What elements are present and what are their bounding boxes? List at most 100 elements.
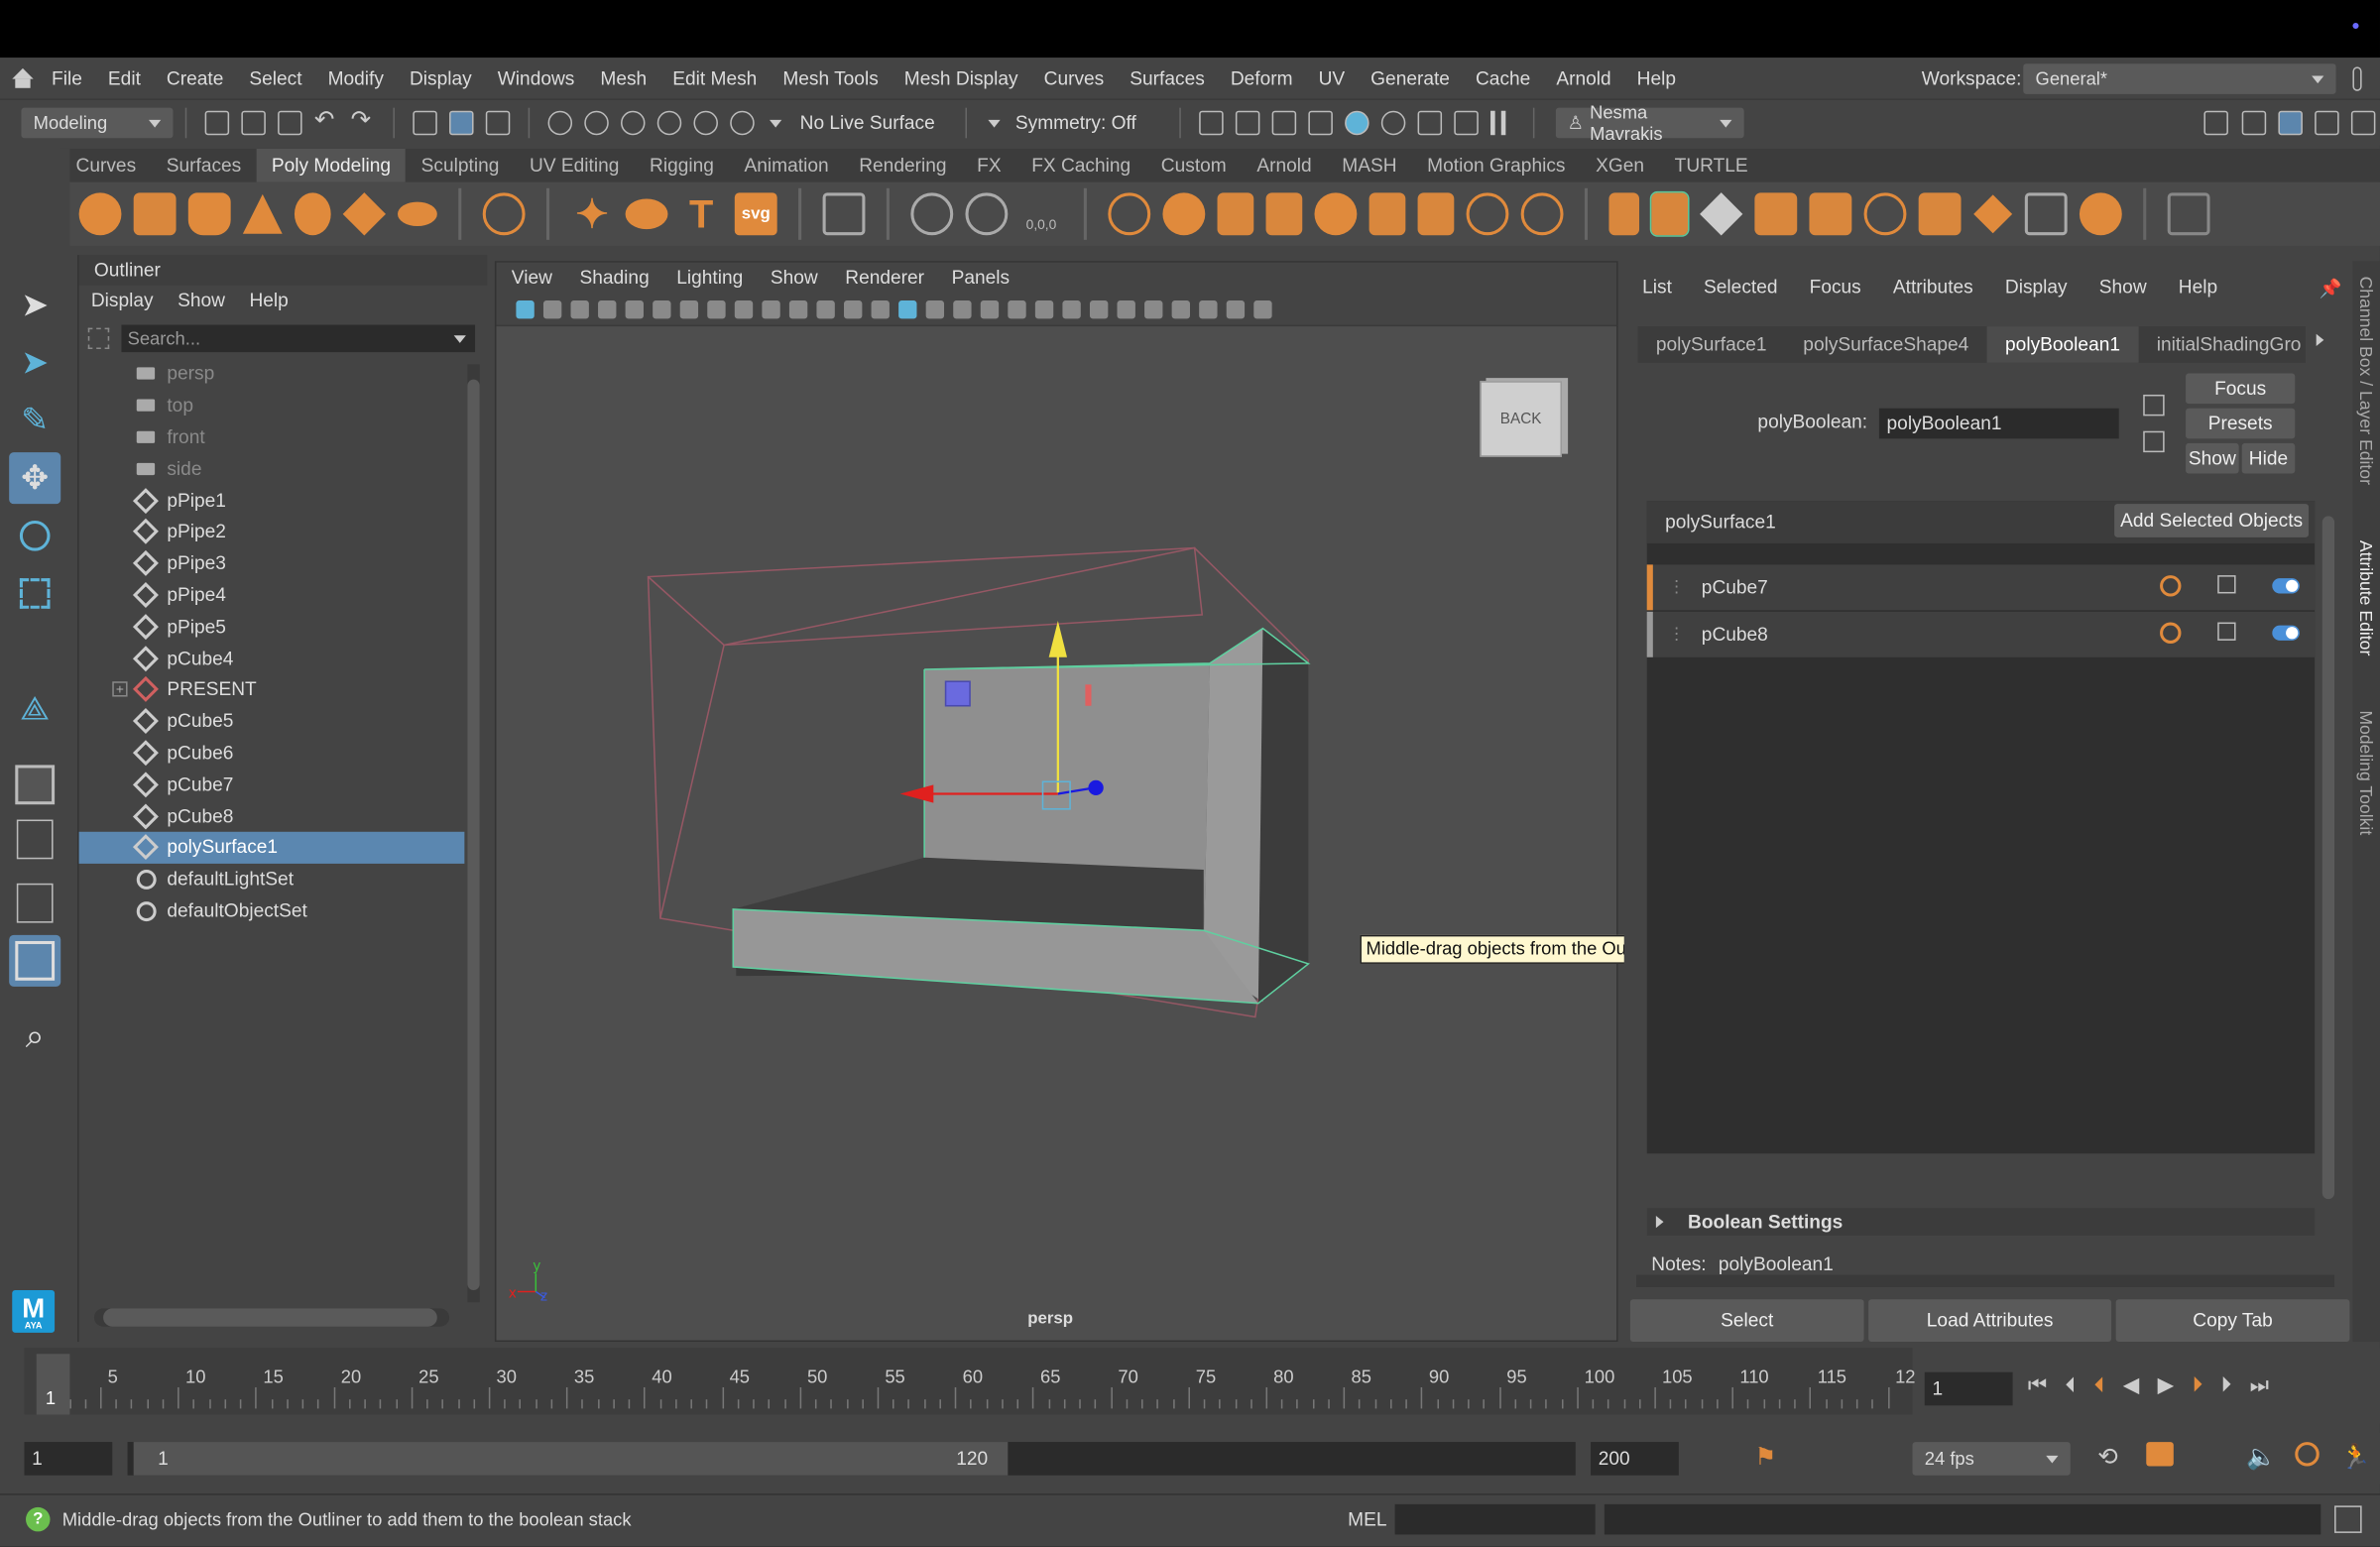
menu-uv[interactable]: UV (1319, 67, 1346, 88)
remesh-icon[interactable] (1466, 192, 1509, 236)
motion-blur-icon[interactable] (1089, 299, 1109, 318)
wireframe-on-shaded-icon[interactable] (953, 299, 972, 318)
boolean-settings-section[interactable]: Boolean Settings (1646, 1208, 2316, 1236)
shelf-tab-poly-modeling[interactable]: Poly Modeling (256, 148, 407, 182)
add-selected-objects-button[interactable]: Add Selected Objects (2114, 504, 2310, 537)
operation-icon[interactable] (2160, 622, 2182, 644)
symmetry-label[interactable]: Symmetry: Off (1015, 112, 1136, 133)
menu-edit-mesh[interactable]: Edit Mesh (672, 67, 757, 88)
ipr-render-icon[interactable] (1270, 110, 1296, 136)
menu-edit[interactable]: Edit (108, 67, 141, 88)
drag-handle-icon[interactable]: ⋮ (1668, 624, 1685, 644)
save-scene-icon[interactable] (278, 110, 302, 136)
attr-menu-show[interactable]: Show (2099, 277, 2147, 298)
menu-create[interactable]: Create (167, 67, 223, 88)
attr-menu-help[interactable]: Help (2179, 277, 2217, 298)
step-back-frame-icon[interactable]: ⏴ (2094, 1372, 2105, 1398)
input-connection-icon[interactable] (2143, 394, 2165, 416)
light-editor-icon[interactable] (1416, 110, 1442, 136)
filter-icon[interactable] (87, 327, 110, 350)
smooth-shade-icon[interactable] (898, 299, 917, 318)
attr-tab-polysurface1[interactable]: polySurface1 (1638, 326, 1785, 363)
menu-display[interactable]: Display (410, 67, 472, 88)
render-setup-icon[interactable] (1380, 110, 1405, 136)
attr-menu-attributes[interactable]: Attributes (1893, 277, 1973, 298)
character-set-icon[interactable]: 🏃 (2340, 1442, 2370, 1473)
bevel-icon[interactable] (1700, 192, 1743, 236)
stack-item[interactable]: ⋮ pCube7 (1646, 564, 2316, 611)
attr-tab-polyboolean1[interactable]: polyBoolean1 (1986, 326, 2139, 363)
boolean-icon[interactable] (1314, 192, 1358, 236)
outliner-item[interactable]: persp (79, 358, 465, 390)
shadows-icon[interactable] (1034, 299, 1054, 318)
grid-toggle-icon[interactable] (679, 299, 699, 318)
render-settings-icon[interactable] (1307, 110, 1333, 136)
outliner-layout-icon[interactable] (9, 934, 61, 987)
tool-settings-icon[interactable] (2278, 110, 2303, 136)
outliner-item[interactable]: defaultObjectSet (79, 894, 465, 926)
go-to-end-icon[interactable]: ⏭ (2250, 1372, 2269, 1398)
arnold-render-icon[interactable] (1453, 110, 1479, 136)
attr-scrollbar[interactable] (2321, 501, 2335, 1236)
chevron-down-icon[interactable] (988, 119, 1001, 127)
shelf-tab-fx-caching[interactable]: FX Caching (1016, 149, 1146, 182)
outliner-item[interactable]: defaultLightSet (79, 864, 465, 895)
shelf-tab-animation[interactable]: Animation (729, 149, 844, 182)
snap-view-icon[interactable] (656, 110, 682, 136)
shelf-more-icon[interactable] (2167, 192, 2210, 236)
shelf-tab-curves[interactable]: Curves (60, 149, 151, 182)
stack-item[interactable]: ⋮ pCube8 (1646, 611, 2316, 657)
shelf-tab-fx[interactable]: FX (962, 149, 1016, 182)
search-icon[interactable]: ⌕ (9, 1011, 60, 1062)
select-hierarchy-icon[interactable] (413, 110, 437, 136)
outliner-menu-show[interactable]: Show (178, 290, 225, 310)
vp-menu-shading[interactable]: Shading (579, 267, 649, 288)
reset-transform-icon[interactable]: 0,0,0 (1020, 192, 1063, 235)
select-component-icon[interactable] (485, 110, 511, 136)
shelf-tab-uv-editing[interactable]: UV Editing (515, 149, 635, 182)
poly-cube-icon[interactable] (133, 192, 177, 236)
current-frame-field[interactable]: 1 (1924, 1371, 2013, 1406)
mode-dropdown[interactable]: Modeling (21, 107, 174, 139)
offset-edge-loop-icon[interactable] (1973, 194, 2013, 234)
outliner-item[interactable]: pCube5 (79, 705, 465, 737)
view-cube-face[interactable]: BACK (1500, 412, 1542, 428)
lasso-combine-icon[interactable] (1108, 192, 1151, 236)
poly-cone-icon[interactable] (242, 193, 283, 234)
retopologize-icon[interactable] (1520, 192, 1564, 236)
type-tool-icon[interactable]: T (680, 192, 723, 235)
menu-windows[interactable]: Windows (498, 67, 575, 88)
menu-mesh-display[interactable]: Mesh Display (904, 67, 1018, 88)
menu-select[interactable]: Select (249, 67, 301, 88)
shelf-tab-sculpting[interactable]: Sculpting (406, 149, 514, 182)
attr-menu-selected[interactable]: Selected (1704, 277, 1777, 298)
resolution-gate-icon[interactable] (734, 299, 754, 318)
shelf-tab-custom[interactable]: Custom (1145, 149, 1242, 182)
node-name-field[interactable]: polyBoolean1 (1878, 408, 2119, 439)
presets-button[interactable]: Presets (2186, 408, 2296, 439)
outliner-item[interactable]: polySurface1 (78, 831, 465, 864)
anim-prefs-icon[interactable] (2295, 1442, 2320, 1467)
menu-deform[interactable]: Deform (1231, 67, 1293, 88)
outliner-item[interactable]: pPipe3 (79, 547, 465, 579)
anti-aliasing-icon[interactable] (1117, 299, 1135, 318)
menu-generate[interactable]: Generate (1370, 67, 1450, 88)
outliner-hscrollbar[interactable] (93, 1308, 450, 1327)
outliner-item[interactable]: pCube4 (79, 643, 465, 674)
copy-tab-button[interactable]: Copy Tab (2115, 1299, 2350, 1343)
menu-cache[interactable]: Cache (1476, 67, 1530, 88)
poly-disc-icon[interactable] (398, 201, 437, 227)
poly-torus-icon[interactable] (294, 192, 331, 236)
default-material-icon[interactable] (925, 299, 945, 318)
depth-of-field-icon[interactable] (1144, 299, 1163, 318)
pin-icon[interactable] (2352, 66, 2362, 91)
show-button[interactable]: Show (2186, 442, 2239, 474)
outliner-item[interactable]: front (79, 421, 465, 453)
single-view-icon[interactable] (9, 759, 60, 810)
attr-tab-polysurfaceshape4[interactable]: polySurfaceShape4 (1785, 326, 1987, 363)
platonic-solid-icon[interactable] (482, 192, 526, 236)
command-language[interactable]: MEL (1348, 1508, 1386, 1529)
outliner-scrollbar[interactable] (467, 364, 480, 1303)
tab-scroll-icon[interactable] (2316, 333, 2324, 346)
script-editor-icon[interactable] (2334, 1505, 2362, 1533)
